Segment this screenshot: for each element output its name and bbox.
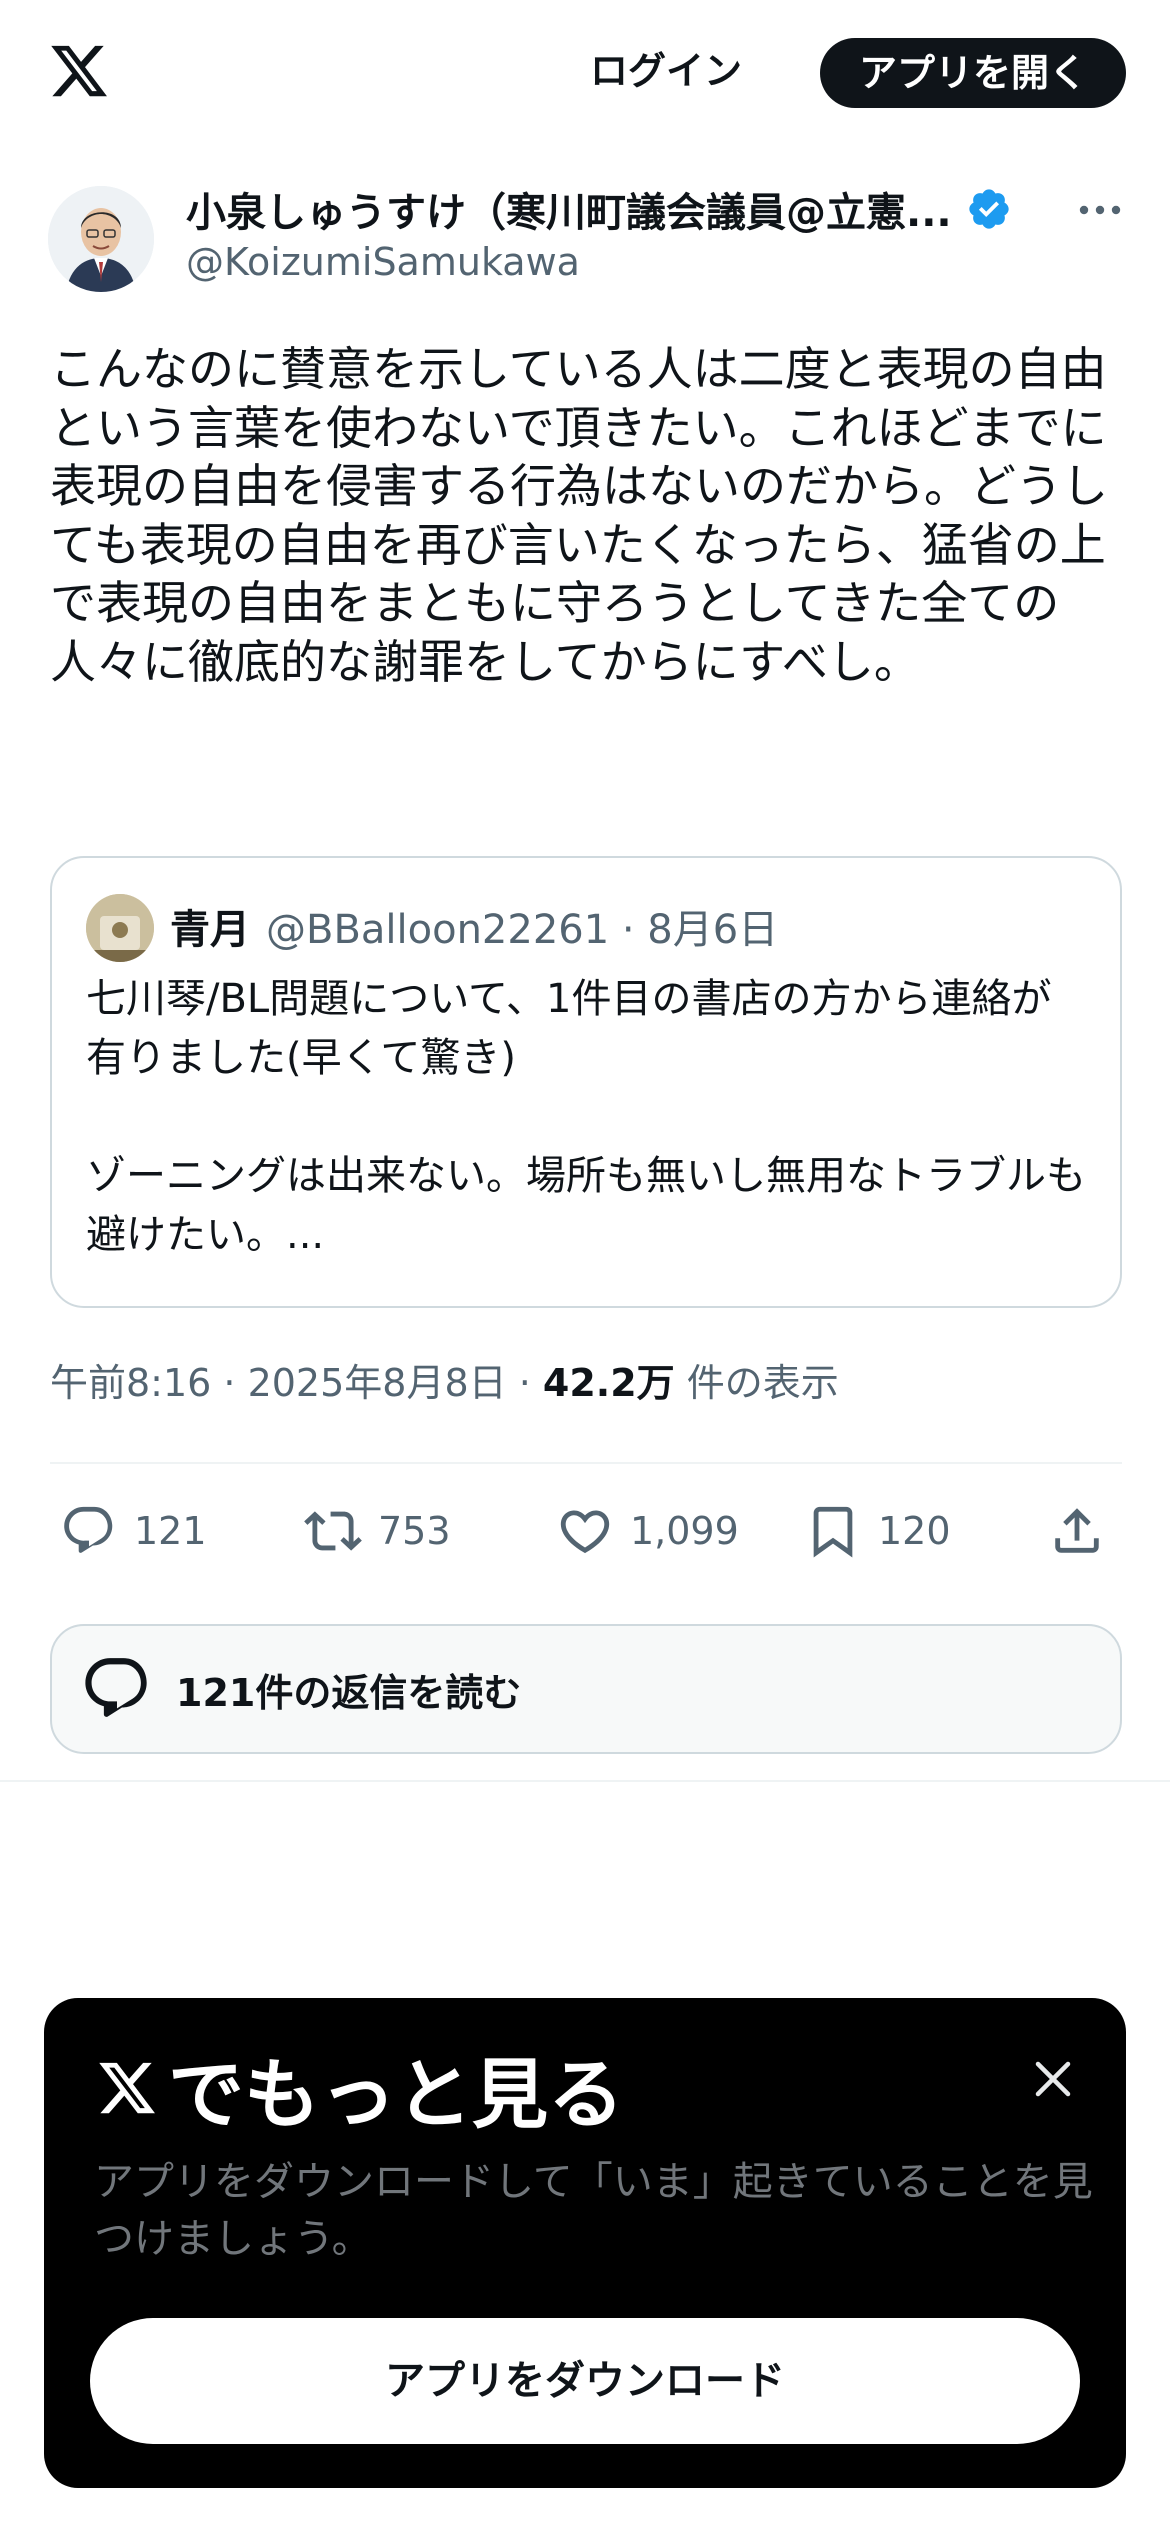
section-divider — [0, 1780, 1170, 1782]
quoted-author-name: 青月 — [170, 907, 250, 953]
top-bar: ログイン アプリを開く — [0, 0, 1170, 140]
reply-icon — [64, 1506, 113, 1553]
read-replies-button[interactable]: 121件の返信を読む — [50, 1624, 1122, 1754]
view-count: 42.2万 — [542, 1361, 675, 1405]
bookmark-count: 120 — [878, 1509, 951, 1553]
share-button[interactable] — [1048, 1496, 1122, 1566]
verified-badge-icon — [968, 189, 1009, 229]
repost-icon — [304, 1511, 362, 1551]
tweet-meta: 午前8:16 · 2025年8月8日 · 42.2万 件の表示 — [50, 1352, 839, 1407]
read-replies-label: 121件の返信を読む — [176, 1670, 522, 1715]
close-icon[interactable] — [1028, 2054, 1078, 2104]
quoted-tweet-header: 青月 @BBalloon22261 · 8月6日 — [170, 896, 778, 956]
divider — [50, 1462, 1122, 1464]
download-app-button[interactable]: アプリをダウンロード — [90, 2318, 1080, 2444]
avatar-portrait-icon — [48, 186, 154, 292]
speech-bubbles-icon — [85, 1658, 147, 1717]
login-link[interactable]: ログイン — [590, 40, 742, 102]
quoted-tweet-card[interactable]: 青月 @BBalloon22261 · 8月6日 七川琴/BL問題について、1件… — [50, 856, 1122, 1308]
promo-description: アプリをダウンロードして「いま」起きていることを見つけましょう。 — [94, 2159, 1093, 2262]
like-count: 1,099 — [630, 1509, 739, 1553]
open-app-button[interactable]: アプリを開く — [820, 38, 1126, 108]
share-icon — [1055, 1508, 1099, 1553]
reply-button[interactable]: 121 — [60, 1496, 207, 1566]
author-handle[interactable]: @KoizumiSamukawa — [186, 240, 580, 284]
like-button[interactable]: 1,099 — [556, 1496, 739, 1566]
quoted-tweet-text: 七川琴/BL問題について、1件目の書店の方から連絡が有りました(早くて驚き) ゾ… — [86, 976, 1086, 1258]
x-logo-icon[interactable] — [46, 40, 112, 102]
x-logo-icon — [99, 2062, 155, 2114]
more-icon[interactable] — [1076, 190, 1124, 230]
avatar-image-icon — [86, 894, 154, 962]
like-icon — [560, 1510, 610, 1554]
promo-title: でもっと見る — [94, 2040, 624, 2139]
promo-title-text: でもっと見る — [168, 2050, 624, 2139]
bookmark-icon — [813, 1506, 853, 1558]
author-name-row[interactable]: 小泉しゅうすけ（寒川町議会議員@立憲... — [186, 178, 1066, 240]
repost-count: 753 — [378, 1509, 451, 1553]
repost-button[interactable]: 753 — [304, 1496, 451, 1566]
bookmark-button[interactable]: 120 — [804, 1496, 951, 1566]
tweet-text: こんなのに賛意を示している人は二度と表現の自由という言葉を使わないで頂きたい。こ… — [50, 342, 1108, 689]
app-promo-sheet: でもっと見る アプリをダウンロードして「いま」起きていることを見つけましょう。 … — [44, 1998, 1126, 2488]
tweet-timestamp[interactable]: 午前8:16 · 2025年8月8日 · — [50, 1361, 543, 1405]
author-display-name[interactable]: 小泉しゅうすけ（寒川町議会議員@立憲... — [186, 180, 952, 238]
quoted-author-handle-date: @BBalloon22261 · 8月6日 — [266, 907, 779, 953]
reply-count: 121 — [134, 1509, 207, 1553]
author-avatar[interactable] — [48, 186, 154, 292]
view-count-label: 件の表示 — [674, 1361, 839, 1405]
quoted-author-avatar — [86, 894, 154, 962]
